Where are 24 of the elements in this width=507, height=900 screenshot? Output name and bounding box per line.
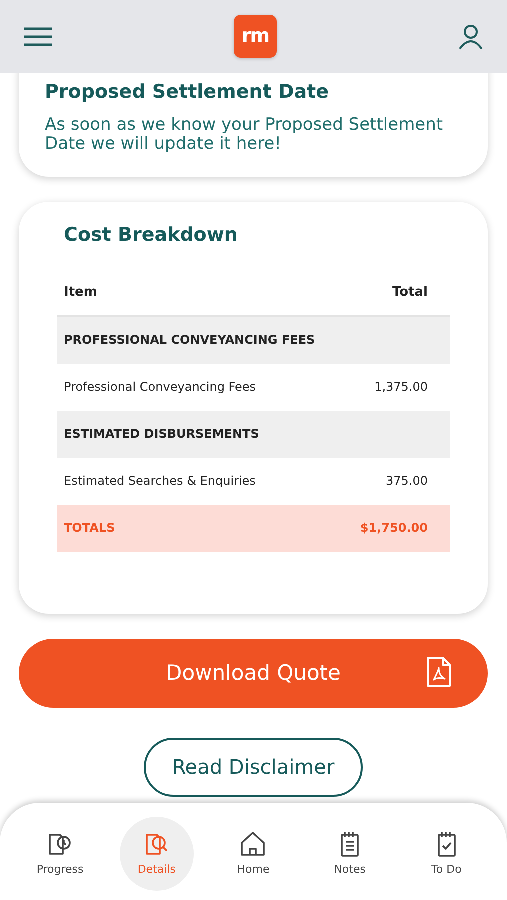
table-cell-text: ESTIMATED DISBURSEMENTS <box>64 426 260 444</box>
table-cell-text: 1,375.00 <box>374 379 428 396</box>
settlement-message: As soon as we know your Proposed Settlement Date we will update it here! <box>45 116 444 155</box>
download-button[interactable]: Download Quote <box>19 638 488 708</box>
table-cell-text: PROFESSIONAL CONVEYANCING FEES <box>64 332 316 350</box>
user-icon[interactable] <box>459 24 483 50</box>
pdf-icon <box>426 656 452 688</box>
card-title: Cost Breakdown <box>64 224 239 247</box>
logo: rm <box>234 15 277 58</box>
card-title: Proposed Settlement Date <box>45 81 330 104</box>
disclaimer-button[interactable]: Read Disclaimer <box>144 738 363 797</box>
nav-tab[interactable]: To Do <box>410 817 484 891</box>
menu-icon[interactable] <box>24 26 52 46</box>
table-cell-text: $1,750.00 <box>360 520 428 538</box>
column-header: Total <box>392 284 428 302</box>
nav-tab[interactable]: Notes <box>313 817 388 891</box>
column-header: Item <box>64 284 98 302</box>
home-icon <box>239 830 268 858</box>
table-cell-text: 375.00 <box>386 473 428 490</box>
nav-tab[interactable]: Home <box>216 817 290 891</box>
table-cell-text: TOTALS <box>64 520 116 538</box>
table-cell-text: Professional Conveyancing Fees <box>64 379 256 396</box>
nav-tab[interactable]: Progress <box>23 817 98 891</box>
table-cell-text: Estimated Searches & Enquiries <box>64 473 256 490</box>
